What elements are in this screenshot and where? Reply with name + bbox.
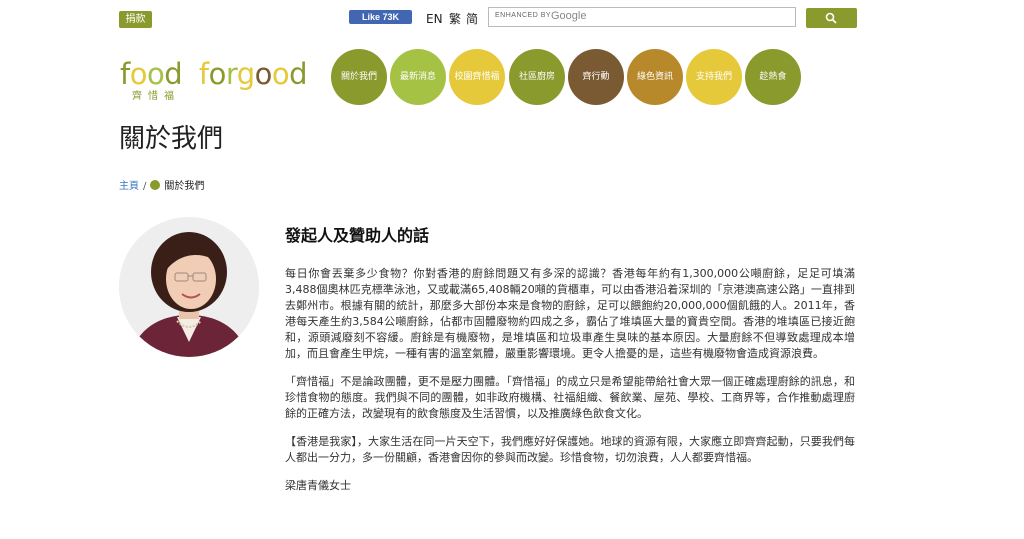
search-enhanced-label: ENHANCED BY (495, 12, 552, 19)
breadcrumb-separator: / (143, 181, 147, 192)
founder-portrait (119, 217, 259, 357)
breadcrumb-dot-icon (150, 180, 161, 190)
nav-item[interactable]: 校園齊惜福 (449, 49, 505, 105)
search-button[interactable] (806, 8, 857, 28)
article-signature: 梁唐青儀女士 (285, 479, 351, 492)
search-input[interactable]: ENHANCED BY Google (488, 7, 796, 27)
facebook-like-label: Like 73K (361, 12, 400, 22)
article-paragraph: 【香港是我家】，大家生活在同一片天空下，我們應好好保護她。地球的資源有限，大家應… (285, 435, 855, 464)
breadcrumb-current: 關於我們 (164, 181, 205, 192)
logo-wordmark: food forgood (120, 57, 308, 91)
nav-item[interactable]: 支持我們 (686, 49, 742, 105)
breadcrumb-home-link[interactable]: 主頁 (119, 181, 139, 192)
breadcrumb: 主頁 / 關於我們 (119, 180, 204, 193)
article-paragraph: 每日你會丟棄多少食物？你對香港的廚餘問題又有多深的認識？香港每年約有1,300,… (285, 267, 855, 360)
article-heading: 發起人及贊助人的話 (285, 226, 430, 245)
nav-item[interactable]: 關於我們 (331, 49, 387, 105)
lang-tc-link[interactable]: 繁 (449, 11, 461, 27)
facebook-like-button[interactable]: Like 73K (349, 10, 412, 24)
page-title: 關於我們 (119, 124, 224, 154)
donate-button[interactable]: 捐款 (119, 11, 152, 28)
lang-en-link[interactable]: EN (426, 11, 443, 27)
article-paragraph: 「齊惜福」不是論政團體，更不是壓力團體。「齊惜福」的成立只是希望能帶給社會大眾一… (285, 375, 855, 420)
nav-item[interactable]: 綠色資訊 (627, 49, 683, 105)
article: 發起人及贊助人的話 每日你會丟棄多少食物？你對香港的廚餘問題又有多深的認識？香港… (285, 224, 855, 506)
search-google-label: Google (551, 10, 587, 22)
search-icon (825, 12, 837, 24)
logo-subtitle: 齊惜福 (132, 91, 180, 102)
nav-item[interactable]: 最新消息 (390, 49, 446, 105)
nav-item[interactable]: 社區廚房 (509, 49, 565, 105)
lang-sc-link[interactable]: 简 (466, 11, 478, 27)
site-logo[interactable]: food forgood 齊惜福 (120, 57, 310, 103)
nav-item[interactable]: 齊行動 (568, 49, 624, 105)
svg-text:food forgood: food forgood (120, 57, 307, 91)
nav-item[interactable]: 趁熱食 (745, 49, 801, 105)
